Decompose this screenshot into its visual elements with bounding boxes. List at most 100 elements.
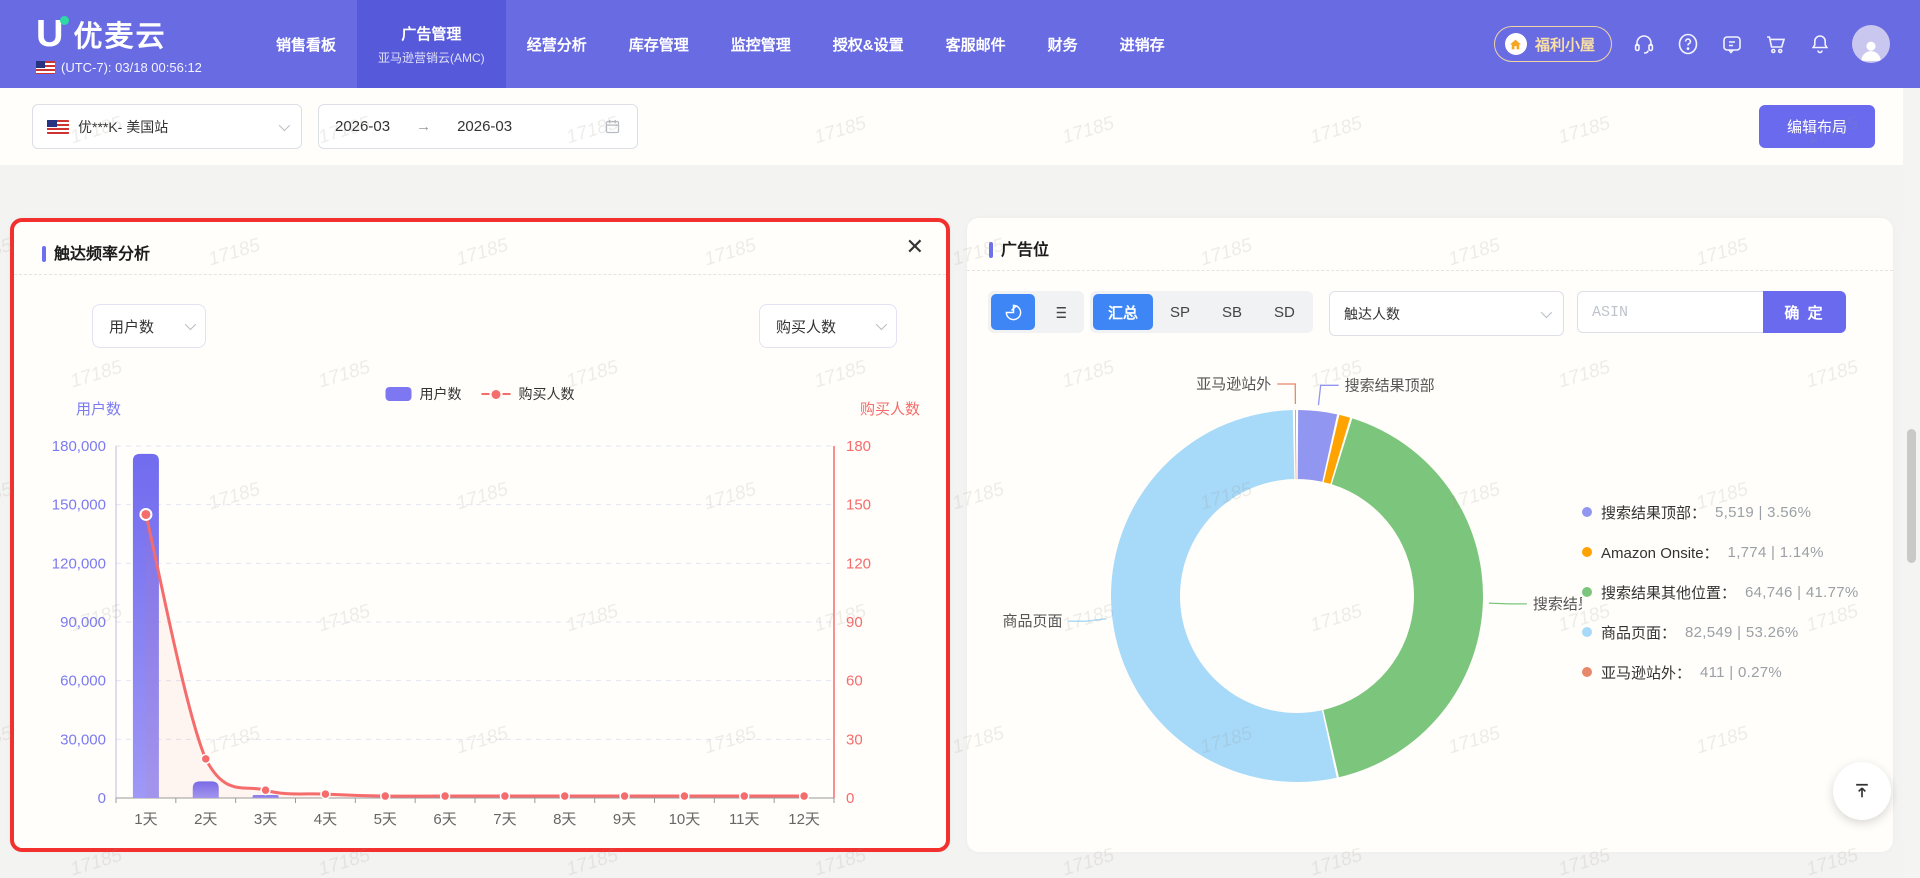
- help-icon[interactable]: [1676, 32, 1700, 56]
- donut-slice[interactable]: [1295, 410, 1297, 480]
- asin-input[interactable]: [1577, 291, 1763, 333]
- donut-legend-row[interactable]: 搜索结果其他位置： 64,746 | 41.77%: [1582, 580, 1893, 604]
- svg-text:10天: 10天: [669, 811, 701, 828]
- nav-item-3[interactable]: 经营分析: [506, 0, 608, 88]
- nav-item-7[interactable]: 客服邮件: [925, 0, 1027, 88]
- nav-item-2[interactable]: 广告管理亚马逊营销云(AMC): [357, 0, 506, 88]
- donut-legend-row[interactable]: Amazon Onsite： 1,774 | 1.14%: [1582, 540, 1893, 564]
- ad-type-tab-汇总[interactable]: 汇总: [1093, 294, 1154, 330]
- nav-item-subtitle: 亚马逊营销云(AMC): [378, 50, 485, 65]
- ad-placement-panel: 广告位 汇总SPSBSD 触达人数 确 定 搜索结果顶部搜索结果其他位置商品页面…: [967, 218, 1893, 852]
- svg-text:150,000: 150,000: [52, 497, 106, 514]
- feedback-icon[interactable]: [1720, 32, 1744, 56]
- top-nav: U 优麦云 (UTC-7): 03/18 00:56:12 销售看板 广告管理 亚马…: [0, 0, 1920, 88]
- calendar-icon: [605, 119, 620, 134]
- legend-item-line[interactable]: 购买人数: [481, 384, 575, 404]
- legend-value: 1,774 | 1.14%: [1727, 543, 1824, 561]
- donut-callout-label: 搜索结果顶部: [1345, 377, 1435, 394]
- support-icon[interactable]: [1632, 32, 1656, 56]
- svg-text:5天: 5天: [374, 811, 397, 828]
- back-to-top-button[interactable]: [1833, 762, 1891, 820]
- placement-metric-select[interactable]: 触达人数: [1329, 291, 1564, 336]
- svg-text:4天: 4天: [314, 811, 337, 828]
- primary-metric-select[interactable]: 用户数: [92, 304, 206, 348]
- donut-callout-label: 亚马逊站外: [1196, 376, 1271, 393]
- panel-title: 广告位: [1001, 242, 1050, 259]
- donut-slice[interactable]: [1323, 418, 1483, 778]
- svg-text:6天: 6天: [433, 811, 456, 828]
- list-view-button[interactable]: [1037, 294, 1081, 330]
- svg-text:60,000: 60,000: [60, 673, 106, 690]
- svg-text:60: 60: [846, 673, 863, 690]
- donut-legend-row[interactable]: 亚马逊站外： 411 | 0.27%: [1582, 660, 1893, 684]
- right-axis-title: 购买人数: [859, 401, 920, 418]
- svg-text:2天: 2天: [194, 811, 217, 828]
- logo-text: 优麦云: [73, 21, 167, 53]
- nav-item-label: 客服邮件: [945, 36, 1006, 54]
- main-menu: 销售看板 广告管理 亚马逊营销云(AMC) 经营分析 库存管理 监控管理 授权&设置 客服邮件…: [255, 0, 1186, 88]
- nav-item-5[interactable]: 监控管理: [710, 0, 812, 88]
- cart-icon[interactable]: [1764, 32, 1788, 56]
- chart-legend: 用户数 购买人数: [385, 384, 575, 404]
- nav-right: 福利小屋: [1493, 0, 1920, 88]
- nav-item-1[interactable]: 销售看板: [255, 0, 357, 88]
- close-icon[interactable]: ✕: [906, 236, 924, 258]
- donut-legend-row[interactable]: 商品页面： 82,549 | 53.26%: [1582, 620, 1893, 644]
- divider: [14, 274, 946, 275]
- date-start: 2026-03: [335, 118, 391, 135]
- bar-line-chart: 180,000 150,000 120,000 90,000 60,000 30,000 0…: [52, 438, 871, 828]
- ad-type-tabs: 汇总 SP SB SD: [1090, 291, 1313, 333]
- avatar[interactable]: [1852, 25, 1890, 63]
- legend-dot: [1582, 547, 1592, 557]
- title-accent-bar: [989, 242, 993, 258]
- svg-text:1天: 1天: [134, 811, 157, 828]
- nav-item-6[interactable]: 授权&设置: [812, 0, 925, 88]
- chart-type-toggle: [988, 291, 1084, 333]
- us-flag-icon: [47, 119, 69, 134]
- nav-item-8[interactable]: 财务: [1027, 0, 1099, 88]
- filter-bar: 优***K- 美国站 2026-03 → 2026-03 编辑布局: [0, 88, 1920, 165]
- secondary-metric-select[interactable]: 购买人数: [759, 304, 897, 348]
- welfare-button[interactable]: 福利小屋: [1493, 26, 1612, 62]
- date-range-picker[interactable]: 2026-03 → 2026-03: [318, 104, 638, 149]
- nav-item-4[interactable]: 库存管理: [608, 0, 710, 88]
- donut-legend: 搜索结果顶部： 5,519 | 3.56% Amazon Onsite： 1,774 …: [1582, 500, 1893, 700]
- ad-type-tab-SP[interactable]: SP: [1155, 294, 1205, 330]
- legend-value: 64,746 | 41.77%: [1745, 583, 1859, 601]
- house-icon: [1504, 33, 1527, 55]
- donut-legend-row[interactable]: 搜索结果顶部： 5,519 | 3.56%: [1582, 500, 1893, 524]
- legend-dot: [1582, 587, 1592, 597]
- us-flag-icon: [36, 61, 55, 74]
- svg-text:12天: 12天: [788, 811, 820, 828]
- reach-frequency-panel: 触达频率分析 ✕ 用户数 购买人数 用户数 购买人数 用户数 购买人数 180,0…: [10, 218, 950, 852]
- account-select[interactable]: 优***K- 美国站: [32, 104, 302, 149]
- svg-text:30: 30: [846, 731, 863, 748]
- clock-text: (UTC-7): 03/18 00:56:12: [61, 60, 202, 75]
- legend-dot: [1582, 667, 1592, 677]
- svg-text:120,000: 120,000: [52, 555, 106, 572]
- scrollbar-thumb[interactable]: [1907, 429, 1916, 563]
- svg-text:180: 180: [846, 438, 871, 455]
- ad-type-tab-SB[interactable]: SB: [1207, 294, 1257, 330]
- legend-item-bar[interactable]: 用户数: [385, 384, 462, 404]
- legend-value: 82,549 | 53.26%: [1685, 623, 1799, 641]
- pie-view-button[interactable]: [991, 294, 1035, 330]
- nav-item-label: 进销存: [1119, 36, 1165, 54]
- svg-text:90: 90: [846, 614, 863, 631]
- account-value: 优***K- 美国站: [78, 118, 169, 135]
- donut-callout-label: 商品页面: [1002, 613, 1062, 630]
- legend-label: 搜索结果其他位置：: [1601, 584, 1737, 602]
- confirm-button[interactable]: 确 定: [1763, 291, 1846, 333]
- range-arrow-icon: →: [416, 118, 432, 135]
- divider: [967, 270, 1893, 271]
- svg-text:0: 0: [98, 790, 106, 807]
- timezone-clock: (UTC-7): 03/18 00:56:12: [36, 60, 255, 75]
- app-logo[interactable]: U 优麦云: [36, 13, 255, 55]
- scrollbar-track[interactable]: [1903, 88, 1920, 878]
- legend-label: Amazon Onsite：: [1601, 544, 1719, 562]
- nav-item-label: 广告管理: [401, 25, 462, 43]
- nav-item-9[interactable]: 进销存: [1099, 0, 1186, 88]
- edit-layout-button[interactable]: 编辑布局: [1759, 105, 1875, 148]
- ad-type-tab-SD[interactable]: SD: [1259, 294, 1310, 330]
- bell-icon[interactable]: [1808, 32, 1832, 56]
